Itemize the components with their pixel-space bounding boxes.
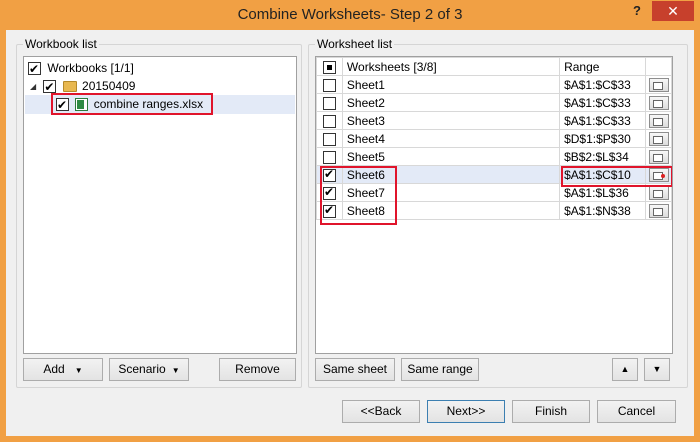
scenario-dropdown-button[interactable]: Scenario ▼ [109, 358, 189, 381]
back-button[interactable]: <<Back [342, 400, 420, 423]
tree-root-row[interactable]: Workbooks [1/1] [28, 59, 134, 78]
dropdown-arrow-icon: ▼ [171, 366, 180, 375]
sheet-checkbox-cell[interactable] [316, 93, 343, 112]
range-picker-cell [645, 129, 672, 148]
sheet-checkbox-cell[interactable] [316, 147, 343, 166]
sheet-checkbox[interactable] [322, 132, 336, 146]
folder-icon [62, 81, 77, 93]
sheet-checkbox[interactable] [322, 96, 336, 110]
select-all-cell[interactable] [316, 57, 343, 76]
worksheet-row[interactable]: Sheet4 $D$1:$P$30 [316, 129, 672, 148]
worksheet-list-label: Worksheet list [315, 37, 395, 51]
range-picker-cell [645, 147, 672, 166]
sheet-checkbox-cell[interactable] [316, 75, 343, 94]
range-picker-cell [645, 201, 672, 220]
worksheet-row[interactable]: Sheet1 $A$1:$C$33 [316, 75, 672, 94]
range-picker-cell [645, 111, 672, 130]
title-bar: Combine Worksheets- Step 2 of 3 ? ✕ [0, 0, 700, 30]
select-all-checkbox[interactable] [322, 60, 336, 74]
sheet-range-cell[interactable]: $D$1:$P$30 [559, 129, 646, 148]
range-picker-cell [645, 93, 672, 112]
range-picker-icon[interactable] [648, 131, 669, 146]
file-highlight-box [51, 93, 213, 115]
range-picker-icon[interactable] [648, 203, 669, 218]
combine-worksheets-dialog: Combine Worksheets- Step 2 of 3 ? ✕ Work… [0, 0, 700, 442]
workbooks-checkbox[interactable] [28, 60, 41, 78]
move-up-button[interactable]: ▲ [612, 358, 638, 381]
sheet-name-cell: Sheet3 [341, 111, 561, 130]
range-highlight-box [561, 166, 672, 187]
add-button-label: Add [43, 362, 65, 376]
range-picker-icon[interactable] [648, 113, 669, 128]
sheet-checkbox[interactable] [322, 78, 336, 92]
sheet-range-cell[interactable]: $A$1:$C$33 [559, 75, 646, 94]
expand-arrow-icon[interactable]: ◢ [30, 78, 40, 96]
same-sheet-button[interactable]: Same sheet [315, 358, 395, 381]
sheet-checkbox[interactable] [322, 150, 336, 164]
move-down-button[interactable]: ▼ [644, 358, 670, 381]
worksheet-row[interactable]: Sheet3 $A$1:$C$33 [316, 111, 672, 130]
sheet-name-cell: Sheet1 [341, 75, 561, 94]
close-button[interactable]: ✕ [652, 1, 694, 21]
sheet-checkbox[interactable] [322, 114, 336, 128]
help-button[interactable]: ? [626, 2, 648, 20]
dialog-body: Workbook list Workbooks [1/1] ◢ 20150409… [6, 30, 694, 436]
range-button-column-header [645, 57, 672, 76]
range-picker-icon[interactable] [648, 95, 669, 110]
workbook-list-label: Workbook list [23, 37, 99, 51]
worksheet-row[interactable]: Sheet5 $B$2:$L$34 [316, 147, 672, 166]
range-picker-icon[interactable] [648, 185, 669, 200]
same-range-button[interactable]: Same range [401, 358, 479, 381]
worksheets-column-header: Worksheets [3/8] [341, 57, 561, 76]
sheet-range-cell[interactable]: $A$1:$C$33 [559, 93, 646, 112]
range-picker-icon[interactable] [648, 77, 669, 92]
sheet-checkbox-cell[interactable] [316, 129, 343, 148]
sheet-name-cell: Sheet2 [341, 93, 561, 112]
scenario-button-label: Scenario [118, 362, 166, 376]
folder-checkbox[interactable] [43, 78, 57, 96]
cancel-button[interactable]: Cancel [597, 400, 676, 423]
sheet-checkbox-cell[interactable] [316, 111, 343, 130]
checked-sheets-highlight-box [320, 166, 397, 225]
workbook-tree[interactable]: Workbooks [1/1] ◢ 20150409 combine range… [23, 56, 297, 354]
worksheet-grid[interactable]: Worksheets [3/8] Range Sheet1 $A$1:$C$33 S… [315, 56, 673, 354]
tree-root-label: Workbooks [1/1] [47, 61, 134, 75]
sheet-range-cell[interactable]: $A$1:$C$33 [559, 111, 646, 130]
window-title: Combine Worksheets- Step 2 of 3 [237, 6, 463, 23]
finish-button[interactable]: Finish [512, 400, 590, 423]
next-button[interactable]: Next>> [427, 400, 505, 423]
sheet-range-cell[interactable]: $B$2:$L$34 [559, 147, 646, 166]
sheet-range-cell[interactable]: $A$1:$N$38 [559, 201, 646, 220]
worksheet-header-row: Worksheets [3/8] Range [316, 57, 672, 76]
tree-folder-label: 20150409 [82, 79, 136, 93]
add-dropdown-button[interactable]: Add ▼ [23, 358, 103, 381]
worksheet-row[interactable]: Sheet2 $A$1:$C$33 [316, 93, 672, 112]
range-picker-cell [645, 75, 672, 94]
range-picker-icon[interactable] [648, 149, 669, 164]
sheet-name-cell: Sheet4 [341, 129, 561, 148]
remove-button[interactable]: Remove [219, 358, 296, 381]
sheet-name-cell: Sheet5 [341, 147, 561, 166]
dropdown-arrow-icon: ▼ [74, 366, 83, 375]
range-column-header: Range [559, 57, 646, 76]
